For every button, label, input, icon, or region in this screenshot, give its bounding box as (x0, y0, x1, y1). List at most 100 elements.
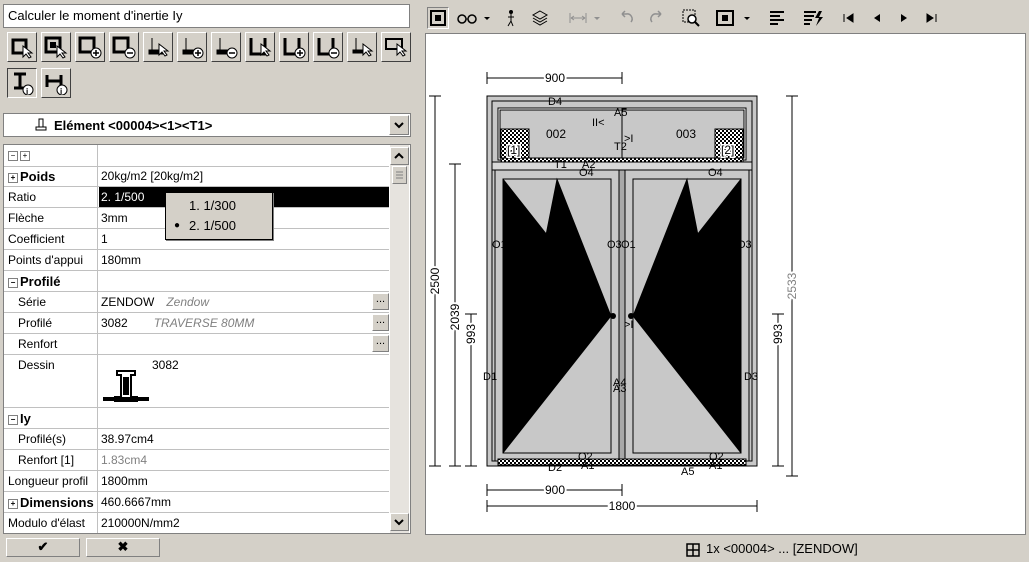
chevron-down-icon[interactable] (592, 8, 602, 28)
previous-icon[interactable] (867, 8, 887, 28)
inertia-iy-info-icon[interactable]: i (41, 68, 71, 98)
dimension-icon[interactable] (568, 8, 588, 28)
undo-icon[interactable] (617, 8, 637, 28)
select-sash-icon[interactable] (41, 32, 71, 62)
section-profile[interactable]: − Profilé (4, 271, 389, 292)
collapse-all-icon[interactable]: − (8, 151, 18, 161)
svg-text:II<: II< (592, 117, 605, 129)
profile-drawing-icon (103, 370, 149, 402)
collapse-icon[interactable]: − (8, 415, 18, 425)
svg-text:O4: O4 (708, 167, 723, 179)
profile-browse-button[interactable]: ... (372, 314, 389, 331)
svg-text:i: i (60, 87, 62, 95)
svg-text:D1: D1 (483, 371, 497, 383)
svg-text:O4: O4 (579, 167, 594, 179)
section-iy[interactable]: − Iy (4, 408, 389, 429)
select-frame-icon[interactable] (7, 32, 37, 62)
svg-text:T2: T2 (614, 141, 627, 153)
dim-left-sash: 2039 (448, 303, 462, 330)
select-beam-icon[interactable] (347, 32, 377, 62)
property-row-profiles-iy[interactable]: Profilé(s) 38.97cm4 (4, 429, 389, 450)
ratio-option-1[interactable]: 1. 1/300 (167, 196, 269, 215)
ok-button[interactable]: ✔ (6, 538, 80, 557)
add-sash-icon[interactable] (75, 32, 105, 62)
svg-text:A5: A5 (614, 107, 627, 119)
expand-icon[interactable]: + (8, 173, 18, 183)
chevron-down-icon[interactable] (482, 8, 492, 28)
svg-text:T1: T1 (554, 159, 567, 171)
svg-text:i: i (26, 87, 28, 95)
chevron-down-icon[interactable] (742, 8, 752, 28)
property-row-dessin: Dessin 3082 (4, 355, 389, 408)
marker-2: [2] (721, 143, 734, 157)
redo-icon[interactable] (646, 8, 666, 28)
svg-text:O3: O3 (607, 239, 622, 251)
drawing-canvas[interactable]: 900 900 1800 2500 2039 993 993 2533 002 … (425, 33, 1026, 535)
property-row-renfort-iy[interactable]: Renfort [1] 1.83cm4 (4, 450, 389, 471)
person-icon[interactable] (500, 8, 520, 28)
dim-left-half: 993 (464, 324, 478, 344)
chevron-up-icon[interactable] (390, 147, 409, 165)
selected-bullet-icon: ● (174, 220, 181, 231)
renfort-browse-button[interactable]: ... (372, 335, 389, 352)
scrollbar-thumb[interactable] (392, 166, 407, 184)
select-mullion-icon[interactable] (245, 32, 275, 62)
remove-sash-icon[interactable] (109, 32, 139, 62)
window-elevation-drawing: 900 900 1800 2500 2039 993 993 2533 002 … (426, 69, 801, 515)
select-profile-icon[interactable] (381, 32, 411, 62)
chevron-down-icon[interactable] (390, 513, 409, 531)
next-icon[interactable] (894, 8, 914, 28)
dialog-title: Calculer le moment d'inertie Iy (3, 4, 410, 28)
tool-palette: i i (3, 32, 411, 100)
marker-1: [1] (507, 143, 520, 157)
dim-bottom-total: 1800 (609, 499, 636, 513)
dim-left-total: 2500 (428, 267, 442, 294)
align-left-icon[interactable] (767, 8, 787, 28)
view-frame-icon[interactable] (427, 7, 449, 29)
property-row-profile[interactable]: Profilé 3082 TRAVERSE 80MM... (4, 313, 389, 334)
pane-007: 007.1.001 (528, 310, 582, 324)
element-icon (35, 118, 47, 131)
status-bar: 1x <00004> ... [ZENDOW] (424, 538, 1026, 560)
zoom-selection-icon[interactable] (681, 8, 701, 28)
glasses-icon[interactable] (456, 8, 478, 28)
element-selector[interactable]: Elément <00004><1><T1> (3, 113, 411, 137)
add-mullion-icon[interactable] (279, 32, 309, 62)
ratio-option-2[interactable]: ● 2. 1/500 (167, 216, 269, 235)
select-transom-icon[interactable] (143, 32, 173, 62)
property-row-poids[interactable]: + Poids 20kg/m2 [20kg/m2] (4, 166, 389, 187)
svg-text:D4: D4 (548, 96, 562, 108)
panel-splitter[interactable] (413, 0, 423, 562)
expand-icon[interactable]: + (8, 499, 18, 509)
svg-text:A5: A5 (681, 466, 694, 478)
svg-text:D2: D2 (548, 462, 562, 474)
grid-header: − + (4, 145, 389, 167)
svg-text:II<: II< (594, 305, 607, 317)
dim-bottom-left: 900 (545, 483, 565, 497)
property-row-serie[interactable]: Série ZENDOW Zendow... (4, 292, 389, 313)
last-page-icon[interactable] (921, 8, 941, 28)
property-row-renfort[interactable]: Renfort... (4, 334, 389, 355)
remove-transom-icon[interactable] (211, 32, 241, 62)
property-row-longueur[interactable]: Longueur profil 1800mm (4, 471, 389, 492)
layers-icon[interactable] (530, 8, 550, 28)
add-transom-icon[interactable] (177, 32, 207, 62)
view-toolbar (424, 4, 1029, 32)
fit-view-icon[interactable] (715, 8, 735, 28)
expand-all-icon[interactable]: + (20, 151, 30, 161)
property-row-points-appui[interactable]: Points d'appui 180mm (4, 250, 389, 271)
svg-text:A3: A3 (613, 383, 626, 395)
first-page-icon[interactable] (839, 8, 859, 28)
svg-text:O1: O1 (492, 239, 507, 251)
property-row-dimensions[interactable]: + Dimensions 460.6667mm (4, 492, 389, 513)
svg-text:A1: A1 (709, 460, 722, 472)
serie-browse-button[interactable]: ... (372, 293, 389, 310)
collapse-icon[interactable]: − (8, 278, 18, 288)
chevron-down-icon[interactable] (389, 115, 409, 135)
calculate-icon[interactable] (801, 8, 825, 28)
inertia-ix-info-icon[interactable]: i (7, 68, 37, 98)
cancel-button[interactable]: ✖ (86, 538, 160, 557)
remove-mullion-icon[interactable] (313, 32, 343, 62)
vertical-scrollbar[interactable] (390, 145, 409, 533)
property-row-modulo[interactable]: Modulo d'élast 210000N/mm2 (4, 513, 389, 533)
